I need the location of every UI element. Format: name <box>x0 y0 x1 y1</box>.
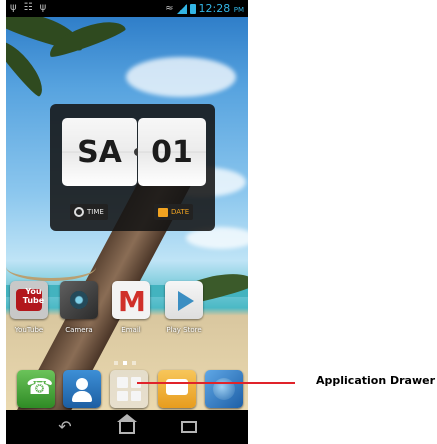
status-bar: ψ ☷ ψ ≈ 12:28 PM <box>6 0 248 17</box>
contacts-icon[interactable] <box>63 370 101 408</box>
clock-icon <box>74 207 84 217</box>
recents-icon[interactable] <box>174 418 204 436</box>
play-store-icon <box>165 281 203 319</box>
youtube-icon: You Tube <box>10 281 48 319</box>
battery-icon <box>189 3 196 14</box>
camera-icon <box>60 281 98 319</box>
app-email[interactable]: Email <box>110 281 152 334</box>
android-debug-icon: ☷ <box>23 2 33 13</box>
app-youtube[interactable]: You Tube YouTube <box>8 281 50 334</box>
date-card: 01 <box>138 118 206 186</box>
clock-widget[interactable]: SA 01 TIME DATE <box>50 104 215 231</box>
app-label: Play Store <box>166 326 202 334</box>
usb-icon: ψ <box>10 2 17 13</box>
dock <box>6 366 248 410</box>
time-button[interactable]: TIME <box>70 204 108 220</box>
callout-label: Application Drawer <box>316 374 436 387</box>
home-icon[interactable] <box>112 414 142 436</box>
app-camera[interactable]: Camera <box>58 281 100 334</box>
signal-icon <box>176 3 187 14</box>
browser-icon[interactable] <box>205 370 243 408</box>
messaging-icon[interactable] <box>158 370 196 408</box>
phone-screen: ψ ☷ ψ ≈ 12:28 PM SA 01 TIME DATE You Tub… <box>6 0 248 444</box>
status-clock: 12:28 PM <box>198 2 244 15</box>
app-play-store[interactable]: Play Store <box>163 281 205 334</box>
page-indicator <box>114 361 136 365</box>
usb-icon: ψ <box>39 2 47 13</box>
app-label: YouTube <box>14 326 44 334</box>
app-drawer-icon[interactable] <box>110 370 148 408</box>
app-label: Email <box>121 326 141 334</box>
day-card: SA <box>62 118 137 186</box>
callout-line <box>137 382 295 384</box>
email-icon <box>112 281 150 319</box>
navigation-bar: ↶ <box>6 410 248 444</box>
calendar-icon <box>158 207 168 217</box>
back-icon[interactable]: ↶ <box>50 418 80 436</box>
app-label: Camera <box>65 326 93 334</box>
wifi-icon: ≈ <box>165 3 174 14</box>
date-button[interactable]: DATE <box>154 204 194 220</box>
phone-icon[interactable] <box>17 370 55 408</box>
